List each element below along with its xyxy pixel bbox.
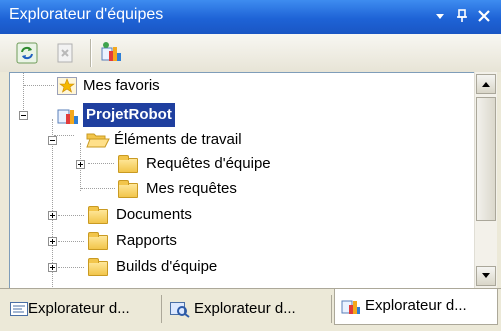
tab-server-explorer[interactable]: Explorateur d... [164, 295, 332, 323]
delete-icon [57, 43, 73, 63]
delete-button[interactable] [52, 40, 78, 66]
tree-node-team-queries[interactable]: Requêtes d'équipe [10, 152, 470, 176]
team-explorer-tree[interactable]: Mes favoris ProjetRobot Éléments de trav… [9, 72, 475, 289]
close-button[interactable] [474, 5, 494, 27]
tree-node-my-queries[interactable]: Mes requêtes [10, 177, 470, 201]
refresh-icon [16, 42, 38, 64]
tree-node-documents[interactable]: Documents [10, 203, 470, 227]
folder-icon [88, 232, 108, 250]
tree-node-label: Mes favoris [83, 77, 160, 94]
tree-node-team-project[interactable]: ProjetRobot [10, 103, 470, 127]
tab-label: Explorateur d... [194, 300, 296, 317]
tree-node-label: ProjetRobot [83, 103, 175, 127]
title-bar: Explorateur d'équipes [0, 0, 501, 34]
close-icon [478, 10, 490, 22]
vertical-scrollbar[interactable] [474, 72, 497, 288]
tree-node-label: Mes requêtes [146, 180, 237, 197]
folder-icon [118, 155, 138, 173]
scroll-thumb[interactable] [476, 97, 496, 221]
favorites-star-icon [57, 77, 77, 95]
refresh-button[interactable] [14, 40, 40, 66]
document-outline-icon [10, 302, 28, 316]
pin-icon [457, 9, 467, 22]
tree-node-reports[interactable]: Rapports [10, 229, 470, 253]
tree-node-label: Documents [116, 206, 192, 223]
chevron-down-icon [436, 14, 444, 19]
tool-window-tabs: Explorateur d... Explorateur d... Explor… [0, 288, 501, 331]
server-explorer-icon [170, 302, 190, 318]
team-explorer-icon [341, 300, 360, 314]
add-team-project-icon [101, 42, 121, 61]
add-team-project-button[interactable] [98, 40, 124, 66]
toolbar-separator [90, 39, 91, 67]
tree-node-favorites[interactable]: Mes favoris [10, 74, 470, 98]
folder-icon [118, 180, 138, 198]
tab-team-explorer[interactable]: Explorateur d... [334, 289, 498, 325]
auto-hide-pin-button[interactable] [452, 5, 472, 27]
window-title: Explorateur d'équipes [9, 6, 164, 23]
arrow-down-icon [482, 273, 490, 278]
tab-label: Explorateur d... [365, 297, 467, 314]
tree-node-label: Éléments de travail [114, 131, 242, 148]
tab-label: Explorateur d... [28, 300, 130, 317]
toolbar [0, 34, 501, 72]
team-project-icon [57, 109, 78, 124]
scroll-down-button[interactable] [476, 266, 496, 286]
tab-document-outline[interactable]: Explorateur d... [4, 295, 162, 323]
window-position-dropdown-button[interactable] [430, 5, 450, 27]
folder-icon [88, 206, 108, 224]
tree-node-label: Builds d'équipe [116, 258, 218, 275]
tree-node-label: Rapports [116, 232, 177, 249]
tree-node-work-items[interactable]: Éléments de travail [10, 128, 470, 152]
open-folder-icon [86, 133, 110, 148]
tree-node-team-builds[interactable]: Builds d'équipe [10, 255, 470, 279]
arrow-up-icon [482, 82, 490, 87]
folder-icon [88, 258, 108, 276]
tree-node-label: Requêtes d'équipe [146, 155, 271, 172]
scroll-up-button[interactable] [476, 74, 496, 94]
